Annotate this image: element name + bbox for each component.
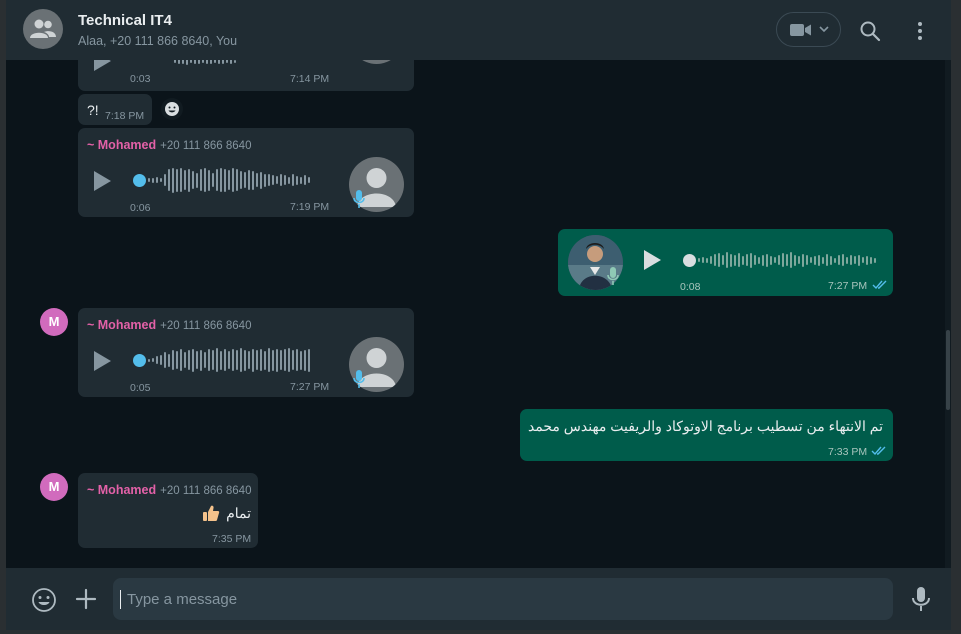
voice-message: ~ Mohamed +20 111 866 8640 0:05 7:27 PM	[78, 308, 414, 397]
message-list[interactable]: 0:03 7:14 PM ?! 7:18 PM ~ Mohamed +20 111…	[6, 60, 951, 568]
message-text: تم الانتهاء من تسطيب برنامج الاوتوكاد وا…	[527, 418, 883, 434]
more-vertical-icon[interactable]	[914, 19, 926, 43]
sender-name[interactable]: ~ Mohamed	[87, 138, 156, 152]
voice-duration: 0:03	[130, 73, 151, 85]
message-time: 7:27 PM	[828, 280, 868, 292]
read-receipt-icon	[872, 280, 887, 290]
text-message: ~ Mohamed +20 111 866 8640 تمام 7:35 PM	[78, 473, 258, 548]
chat-title[interactable]: Technical IT4	[78, 12, 172, 29]
voice-waveform[interactable]	[148, 167, 310, 193]
chat-header[interactable]: Technical IT4 Alaa, +20 111 866 8640, Yo…	[6, 0, 951, 60]
play-icon[interactable]	[92, 170, 112, 192]
chevron-down-icon	[819, 26, 829, 33]
message-time: 7:19 PM	[290, 201, 330, 213]
microphone-icon	[353, 190, 365, 208]
react-emoji-button[interactable]	[161, 98, 183, 120]
video-camera-icon	[790, 24, 811, 36]
voice-message: ~ Mohamed +20 111 866 8640 0:06 7:19 PM	[78, 128, 414, 217]
playback-position[interactable]	[683, 254, 696, 267]
group-icon[interactable]	[23, 9, 63, 49]
play-icon[interactable]	[92, 60, 112, 72]
emoji-icon[interactable]	[31, 587, 57, 613]
message-text: تمام	[226, 505, 251, 521]
voice-message: 0:03 7:14 PM	[78, 60, 414, 91]
voice-message-outgoing: 0:08 7:27 PM	[558, 229, 893, 296]
play-icon[interactable]	[642, 249, 662, 271]
window-edge-bottom	[0, 630, 961, 634]
sender-avatar	[349, 60, 404, 64]
microphone-icon	[607, 267, 619, 285]
text-message: ?! 7:18 PM	[78, 94, 152, 125]
window-edge-right	[951, 0, 961, 634]
sender-info: ~ Mohamed +20 111 866 8640	[87, 318, 251, 332]
sender-initial-avatar[interactable]: M	[40, 473, 68, 501]
emoji-icon	[165, 102, 179, 116]
message-time: 7:35 PM	[212, 533, 252, 545]
voice-duration: 0:05	[130, 382, 151, 394]
message-time: 7:18 PM	[105, 110, 145, 122]
sender-info: ~ Mohamed +20 111 866 8640	[87, 138, 251, 152]
voice-duration: 0:06	[130, 202, 151, 214]
voice-duration: 0:08	[680, 281, 701, 293]
text-caret	[120, 590, 121, 609]
play-icon[interactable]	[92, 350, 112, 372]
read-receipt-icon	[871, 446, 886, 456]
voice-waveform[interactable]	[174, 60, 236, 74]
voice-waveform[interactable]	[148, 347, 310, 373]
playback-position[interactable]	[133, 354, 146, 367]
sender-name[interactable]: ~ Mohamed	[87, 318, 156, 332]
message-time: 7:14 PM	[290, 73, 330, 85]
sender-phone: +20 111 866 8640	[160, 320, 252, 332]
chat-participants[interactable]: Alaa, +20 111 866 8640, You	[78, 34, 237, 48]
chat-scroll-thumb[interactable]	[946, 330, 950, 410]
playback-position[interactable]	[133, 174, 146, 187]
composer-bar	[6, 568, 951, 630]
sender-phone: +20 111 866 8640	[160, 485, 252, 497]
sender-phone: +20 111 866 8640	[160, 140, 252, 152]
message-input[interactable]	[113, 578, 893, 620]
video-call-button[interactable]	[776, 12, 841, 47]
message-time: 7:33 PM	[828, 446, 868, 458]
text-message-outgoing: تم الانتهاء من تسطيب برنامج الاوتوكاد وا…	[520, 409, 893, 461]
voice-waveform[interactable]	[698, 247, 876, 273]
message-text: ?!	[87, 102, 99, 118]
search-icon[interactable]	[858, 19, 882, 43]
microphone-icon[interactable]	[911, 586, 931, 612]
microphone-icon	[353, 370, 365, 388]
message-time: 7:27 PM	[290, 381, 330, 393]
sender-name[interactable]: ~ Mohamed	[87, 483, 156, 497]
thumbs-up-emoji	[203, 505, 220, 521]
plus-icon[interactable]	[74, 587, 98, 611]
sender-initial-avatar[interactable]: M	[40, 308, 68, 336]
sender-info: ~ Mohamed +20 111 866 8640	[87, 483, 251, 497]
